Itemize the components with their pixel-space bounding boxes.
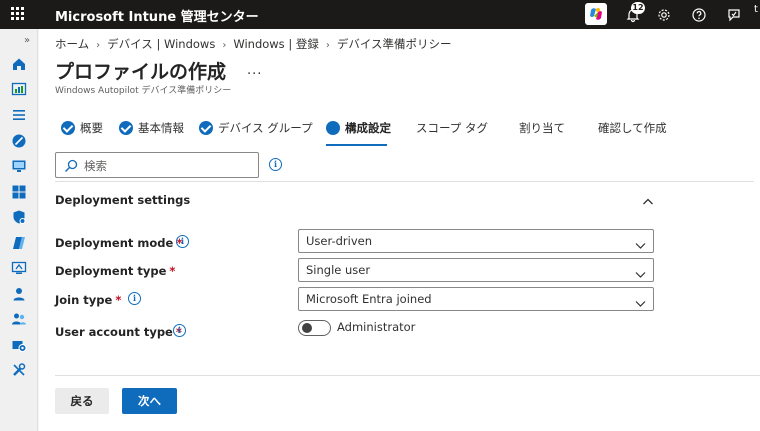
home-icon[interactable] [11,56,27,72]
step-complete-icon [199,121,213,135]
app-title[interactable]: Microsoft Intune 管理センター [55,6,259,25]
section-title: Deployment settings [55,193,191,207]
main-content: ホーム › デバイス | Windows › Windows | 登録 › デバイス準備ポリ… [39,29,760,431]
next-button[interactable]: 次へ [122,388,177,414]
step-label: 概要 [80,121,103,135]
breadcrumb-windows-enrollment[interactable]: Windows | 登録 [233,37,319,51]
step-label: 基本情報 [138,121,184,135]
feedback-icon[interactable] [724,5,744,25]
divider [55,181,754,182]
deployment-mode-info-icon[interactable]: i [176,235,189,248]
left-nav: » [0,29,38,431]
settings-icon[interactable] [654,5,674,25]
search-info-icon[interactable]: i [269,158,282,171]
dropdown-value: Single user [306,263,371,277]
deployment-mode-dropdown[interactable]: User-driven [298,229,654,253]
chevron-down-icon [635,236,646,249]
field-label-text: User account type [55,325,173,339]
help-icon[interactable] [689,5,709,25]
join-type-label: Join type * [55,293,121,307]
dropdown-value: Microsoft Entra joined [306,292,432,306]
chevron-up-icon[interactable] [642,193,654,205]
user-account-type-label: User account type * [55,325,182,339]
footer-divider [55,375,760,376]
dropdown-value: User-driven [306,234,373,248]
join-type-info-icon[interactable]: i [128,292,141,305]
notification-count-badge: 12 [631,2,645,14]
step-device-group[interactable]: デバイス グループ [199,120,313,148]
back-button[interactable]: 戻る [55,388,109,414]
breadcrumb-home[interactable]: ホーム [55,37,89,51]
required-marker: * [115,293,122,307]
page-title: プロファイルの作成 [55,61,227,83]
apps-icon[interactable] [11,158,27,174]
breadcrumb: ホーム › デバイス | Windows › Windows | 登録 › デバイス準備ポリ… [55,36,452,52]
toggle-label: Administrator [337,320,416,334]
user-account-type-info-icon[interactable]: i [173,324,186,337]
troubleshooting-icon[interactable] [11,362,27,378]
join-type-dropdown[interactable]: Microsoft Entra joined [298,287,654,311]
remote-help-icon[interactable] [11,260,27,276]
dashboard-icon[interactable] [11,81,27,97]
required-marker: * [169,264,176,278]
user-account-type-toggle[interactable] [298,320,331,336]
field-label-text: Join type [55,293,113,307]
copilot-icon[interactable] [585,3,607,25]
breadcrumb-devices-windows[interactable]: デバイス | Windows [107,37,215,51]
page-subtitle: Windows Autopilot デバイス準備ポリシー [55,86,232,96]
breadcrumb-separator: › [96,40,101,51]
step-label: スコープ タグ [416,121,488,135]
breadcrumb-separator: › [222,40,227,51]
step-review-create[interactable]: 確認して作成 [598,120,667,148]
users-icon[interactable] [11,286,27,302]
groups-icon[interactable] [11,311,27,327]
step-current-icon [326,121,340,135]
waffle-icon[interactable] [10,6,26,22]
step-label: 構成設定 [345,121,391,135]
step-label: 割り当て [519,121,565,135]
breadcrumb-separator: › [325,40,330,51]
top-bar: Microsoft Intune 管理センター 12 t [0,0,760,29]
search-icon [64,158,78,172]
step-assignments[interactable]: 割り当て [519,120,565,148]
deployment-type-label: Deployment type * [55,264,175,278]
step-complete-icon [119,121,133,135]
step-scope-tags[interactable]: スコープ タグ [416,120,488,148]
more-options-button[interactable]: ... [247,63,262,78]
endpoint-security-icon[interactable] [11,184,27,200]
deployment-type-dropdown[interactable]: Single user [298,258,654,282]
search-placeholder: 検索 [84,159,107,173]
shield-icon[interactable] [11,209,27,225]
reports-icon[interactable] [11,235,27,251]
toggle-knob [302,323,312,333]
collapse-nav-icon[interactable]: » [24,35,30,46]
chevron-down-icon [635,294,646,307]
step-basics[interactable]: 基本情報 [119,120,184,148]
step-overview[interactable]: 概要 [61,120,103,148]
search-input[interactable]: 検索 [55,152,259,178]
step-label: 確認して作成 [598,121,667,135]
step-configuration-settings[interactable]: 構成設定 [326,120,391,148]
chevron-down-icon [635,265,646,278]
all-services-icon[interactable] [11,107,27,123]
step-complete-icon [61,121,75,135]
breadcrumb-device-prep-policy[interactable]: デバイス準備ポリシー [337,37,452,51]
field-label-text: Deployment mode [55,236,174,250]
active-step-underline [326,144,387,146]
field-label-text: Deployment type [55,264,167,278]
user-account-initial[interactable]: t [754,4,758,15]
devices-icon[interactable] [11,133,27,149]
step-label: デバイス グループ [218,121,313,135]
deployment-mode-label: Deployment mode * [55,236,182,250]
tenant-admin-icon[interactable] [11,337,27,353]
